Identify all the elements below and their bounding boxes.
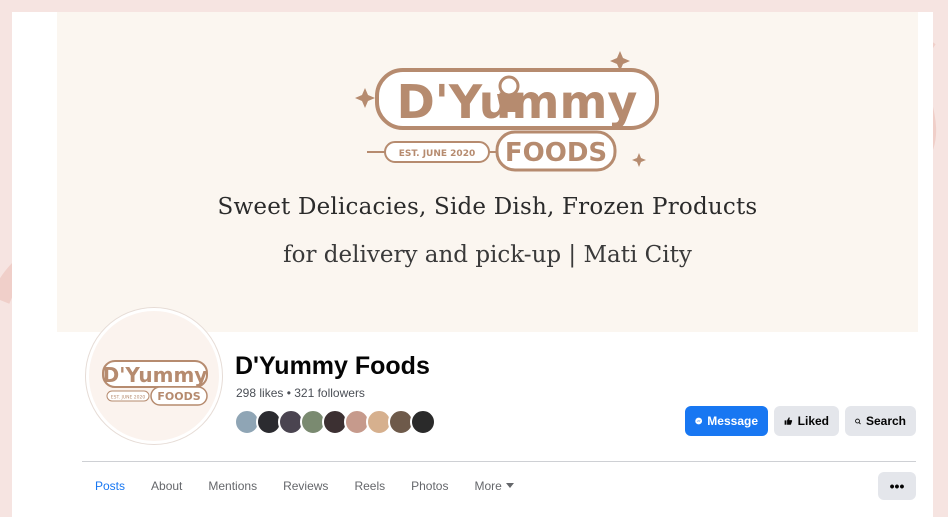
page-stats[interactable]: 298 likes • 321 followers: [236, 386, 365, 400]
facebook-page-frame: D'Yummy FOODS EST. JUNE 2020 Sweet Delic…: [12, 12, 933, 517]
tab-about[interactable]: About: [138, 472, 195, 500]
message-button-label: Message: [707, 414, 758, 428]
tab-label: About: [151, 479, 183, 493]
sparkle-icon: [632, 153, 646, 167]
tab-posts[interactable]: Posts: [82, 472, 138, 500]
sparkle-icon: [355, 88, 375, 108]
message-button[interactable]: Message: [685, 406, 768, 436]
search-icon: [855, 418, 861, 424]
tab-label: More: [474, 479, 502, 493]
liked-button[interactable]: Liked: [774, 406, 839, 436]
liked-button-label: Liked: [797, 414, 829, 428]
search-button[interactable]: Search: [845, 406, 916, 436]
follower-avatar[interactable]: [410, 409, 436, 435]
tab-label: Posts: [95, 479, 126, 493]
tab-more[interactable]: More: [461, 472, 526, 500]
tab-label: Photos: [411, 479, 449, 493]
tab-photos[interactable]: Photos: [398, 472, 461, 500]
follower-avatars: [234, 409, 436, 435]
tab-reviews[interactable]: Reviews: [270, 472, 341, 500]
tabs-divider: [82, 461, 916, 462]
profile-logo-est: EST. JUNE 2020: [111, 395, 146, 401]
cover-tagline-primary: Sweet Delicacies, Side Dish, Frozen Prod…: [217, 194, 758, 220]
page-title: D'Yummy Foods: [235, 352, 430, 380]
cupcake-icon: [497, 75, 521, 112]
tab-label: Reviews: [283, 479, 329, 493]
cover-logo-sub: FOODS: [505, 138, 607, 168]
profile-logo-main: D'Yummy: [103, 363, 208, 387]
tab-label: Mentions: [208, 479, 258, 493]
cover-tagline-secondary: for delivery and pick-up | Mati City: [283, 242, 692, 268]
messenger-icon: [695, 417, 703, 425]
cover-photo[interactable]: D'Yummy FOODS EST. JUNE 2020 Sweet Delic…: [57, 12, 918, 332]
cover-logo-est: EST. JUNE 2020: [399, 149, 475, 159]
profile-picture[interactable]: D'Yummy FOODS EST. JUNE 2020: [86, 308, 222, 444]
thumbs-up-icon: [784, 417, 793, 425]
profile-logo-sub: FOODS: [157, 390, 200, 403]
tab-reels[interactable]: Reels: [341, 472, 398, 500]
caret-down-icon: [505, 483, 514, 488]
cover-logo: D'Yummy FOODS EST. JUNE 2020: [355, 51, 659, 172]
profile-logo: D'Yummy FOODS EST. JUNE 2020: [102, 360, 208, 406]
tab-mentions[interactable]: Mentions: [195, 472, 270, 500]
page-tabs: Posts About Mentions Reviews Reels Photo…: [82, 472, 527, 500]
more-options-button[interactable]: •••: [878, 472, 916, 500]
tab-label: Reels: [354, 479, 386, 493]
search-button-label: Search: [865, 414, 906, 428]
